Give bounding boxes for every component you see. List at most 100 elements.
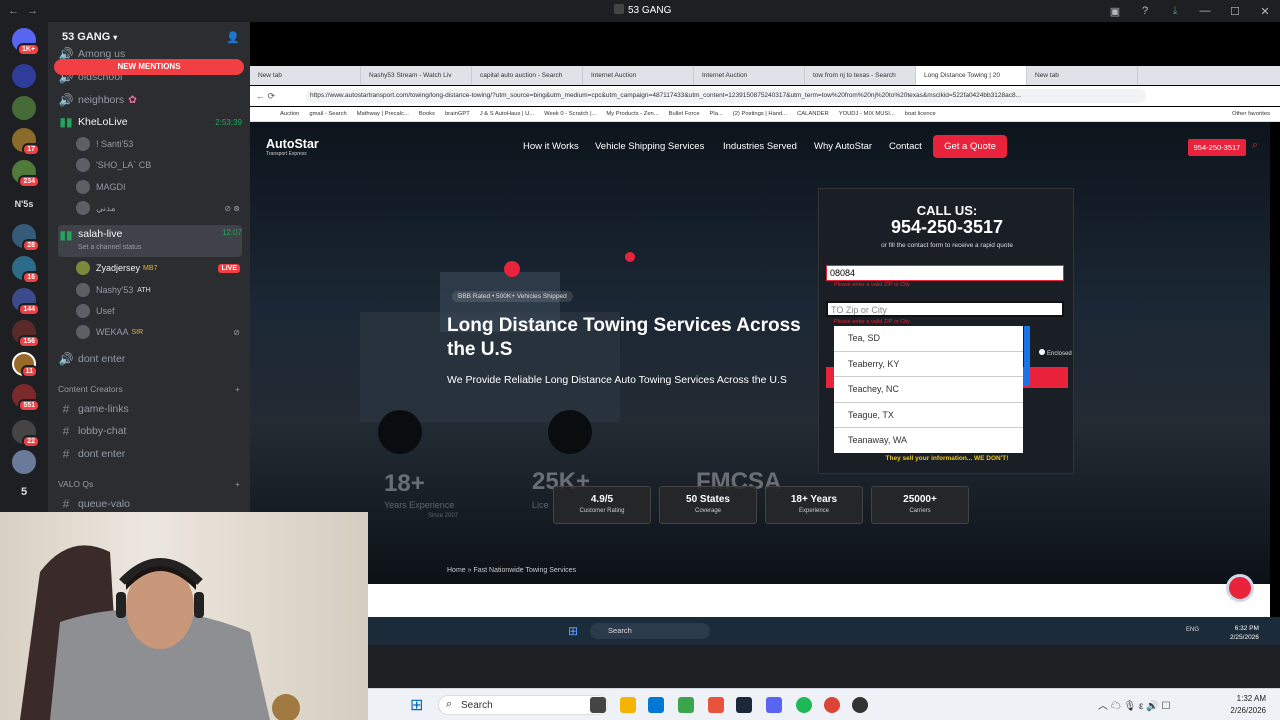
server-icon[interactable]: 551: [12, 384, 40, 412]
browser-tab[interactable]: Nashy53 Stream - Watch Liv: [361, 66, 472, 85]
suggestion-item[interactable]: Teachey, NC: [834, 377, 1023, 403]
voice-channel-kheloulive[interactable]: ▮▮ KheLoLive 2:53:39: [58, 112, 242, 132]
dropdown-scrollbar[interactable]: [1024, 326, 1030, 386]
form-phone[interactable]: 954-250-3517: [819, 217, 1075, 238]
steam-icon[interactable]: [736, 697, 752, 713]
new-mentions-banner[interactable]: NEW MENTIONS: [54, 59, 244, 75]
bookmark[interactable]: gmail - Search: [309, 111, 346, 117]
text-channel-dont-enter[interactable]: # dont enter: [58, 444, 242, 464]
system-clock[interactable]: 1:32 AM 2/26/2026: [1230, 693, 1266, 717]
windows-start-icon[interactable]: ⊞: [568, 624, 578, 638]
voice-channel-neighbors[interactable]: 🔊 neighbors ✿: [58, 90, 242, 110]
server-icon[interactable]: 144: [12, 288, 40, 316]
browser-tab[interactable]: New tab: [1027, 66, 1138, 85]
voice-channel-salah-live[interactable]: ▮▮ salah-live 12:07 Set a channel status: [58, 225, 242, 257]
get-quote-button[interactable]: Get a Quote: [933, 135, 1007, 158]
maximize-icon[interactable]: ☐: [1220, 5, 1250, 18]
server-icon[interactable]: 234: [12, 160, 40, 188]
breadcrumb[interactable]: Home » Fast Nationwide Towing Services: [447, 567, 576, 574]
category-valo-qs[interactable]: VALO Qs +: [58, 479, 240, 489]
taskbar-search[interactable]: Search: [438, 695, 608, 715]
store-icon[interactable]: [648, 697, 664, 713]
voice-user-streaming[interactable]: Zyadjersey MB7 LIVE: [76, 258, 240, 278]
screen-icon[interactable]: ▣: [1100, 5, 1130, 18]
browser-tab[interactable]: capital auto auction - Search: [472, 66, 583, 85]
server-icon[interactable]: 16: [12, 256, 40, 284]
back-forward-icon[interactable]: ←→: [8, 5, 46, 17]
chat-bubble-button[interactable]: [1226, 574, 1254, 602]
text-channel-game-links[interactable]: # game-links: [58, 399, 242, 419]
voice-user[interactable]: مدني ⊘ ⊗: [76, 198, 240, 218]
suggestion-item[interactable]: Teanaway, WA: [834, 428, 1023, 454]
back-reload-icon[interactable]: ← ⟳: [256, 91, 275, 102]
nav-vehicle-shipping[interactable]: Vehicle Shipping Services: [595, 141, 704, 152]
bookmark[interactable]: Bullet Force: [669, 111, 700, 117]
browser-tab[interactable]: tow from nj to texas - Search: [805, 66, 916, 85]
text-channel-queue-valo[interactable]: # queue-valo: [58, 494, 242, 514]
browser-tab[interactable]: Internet Auction: [694, 66, 805, 85]
nav-how-it-works[interactable]: How it Works: [523, 141, 579, 152]
enclosed-option[interactable]: Enclosed: [1039, 349, 1072, 357]
suggestion-item[interactable]: Teague, TX: [834, 403, 1023, 429]
site-logo[interactable]: AutoStar Transport Express: [266, 137, 319, 157]
text-channel-lobby-chat[interactable]: # lobby-chat: [58, 421, 242, 441]
server-icon[interactable]: 28: [12, 224, 40, 252]
suggestion-item[interactable]: Tea, SD: [834, 326, 1023, 352]
app-icon[interactable]: [678, 697, 694, 713]
bookmark[interactable]: Books: [419, 111, 435, 117]
voice-user[interactable]: Nashy'53 ATH: [76, 280, 240, 300]
home-button[interactable]: 1K+: [12, 28, 40, 56]
windows-start-icon[interactable]: ⊞: [410, 695, 423, 715]
server-five[interactable]: 5: [12, 480, 36, 504]
help-icon[interactable]: ?: [1130, 5, 1160, 17]
search-icon[interactable]: ⌕: [1252, 139, 1258, 152]
server-icon[interactable]: 156: [12, 320, 40, 348]
url-field[interactable]: https://www.autostartransport.com/towing…: [306, 89, 1146, 103]
to-zip-input[interactable]: TO Zip or City: [826, 301, 1064, 317]
channel-status[interactable]: Set a channel status: [78, 244, 141, 251]
chrome-icon[interactable]: [824, 697, 840, 713]
voice-user[interactable]: MAGDI: [76, 177, 240, 197]
server-icon[interactable]: 17: [12, 128, 40, 156]
bookmark[interactable]: My Products - Zen...: [606, 111, 658, 117]
browser-tab-active[interactable]: Long Distance Towing | 20: [916, 66, 1027, 85]
bookmark-other[interactable]: Other favorites: [1232, 111, 1270, 117]
bookmark[interactable]: brainGPT: [445, 111, 470, 117]
voice-channel-dont-enter[interactable]: 🔊 dont enter: [58, 349, 242, 369]
nav-why-autostar[interactable]: Why AutoStar: [814, 141, 872, 152]
file-explorer-icon[interactable]: [620, 697, 636, 713]
add-channel-icon[interactable]: +: [235, 479, 240, 489]
from-zip-input[interactable]: 08084: [826, 265, 1064, 281]
server-icon[interactable]: [12, 450, 36, 474]
nav-industries[interactable]: Industries Served: [723, 141, 797, 152]
voice-user[interactable]: 'SHO_LA` CB: [76, 155, 240, 175]
app-icon[interactable]: [708, 697, 724, 713]
suggestion-item[interactable]: Teaberry, KY: [834, 352, 1023, 378]
bookmark[interactable]: YOUDJ - MIX MUSI...: [839, 111, 895, 117]
discord-icon[interactable]: [766, 697, 782, 713]
task-view-icon[interactable]: [590, 697, 606, 713]
voice-user[interactable]: WEKAA SIR ⊘: [76, 322, 240, 342]
bookmark[interactable]: Pla...: [710, 111, 723, 117]
voice-user[interactable]: ! Santi'53: [76, 134, 240, 154]
voice-user[interactable]: Usef: [76, 301, 240, 321]
tray-icons[interactable]: ︿ ☁ 🎙 ε 🔊 ☐: [1098, 697, 1170, 712]
bookmark[interactable]: Week 0 - Scratch |...: [544, 111, 596, 117]
server-icon[interactable]: [12, 96, 36, 120]
add-member-icon[interactable]: 👤: [226, 31, 240, 44]
download-icon[interactable]: ⤓: [1160, 5, 1190, 18]
spotify-icon[interactable]: [796, 697, 812, 713]
bookmark[interactable]: Mathway | Precalc...: [357, 111, 409, 117]
browser-tab[interactable]: New tab: [250, 66, 361, 85]
obs-icon[interactable]: [852, 697, 868, 713]
bookmark[interactable]: CALANDER: [797, 111, 829, 117]
server-ns[interactable]: N'5s: [12, 192, 36, 216]
streamed-search[interactable]: Search: [590, 623, 710, 639]
bookmark[interactable]: Auction: [280, 111, 299, 117]
bookmark[interactable]: J & S AutoHaus | U...: [480, 111, 534, 117]
close-icon[interactable]: ✕: [1250, 5, 1280, 18]
server-icon[interactable]: [12, 64, 36, 88]
phone-button[interactable]: 954-250-3517: [1188, 139, 1246, 156]
nav-contact[interactable]: Contact: [889, 141, 922, 152]
server-icon[interactable]: 22: [12, 420, 40, 448]
